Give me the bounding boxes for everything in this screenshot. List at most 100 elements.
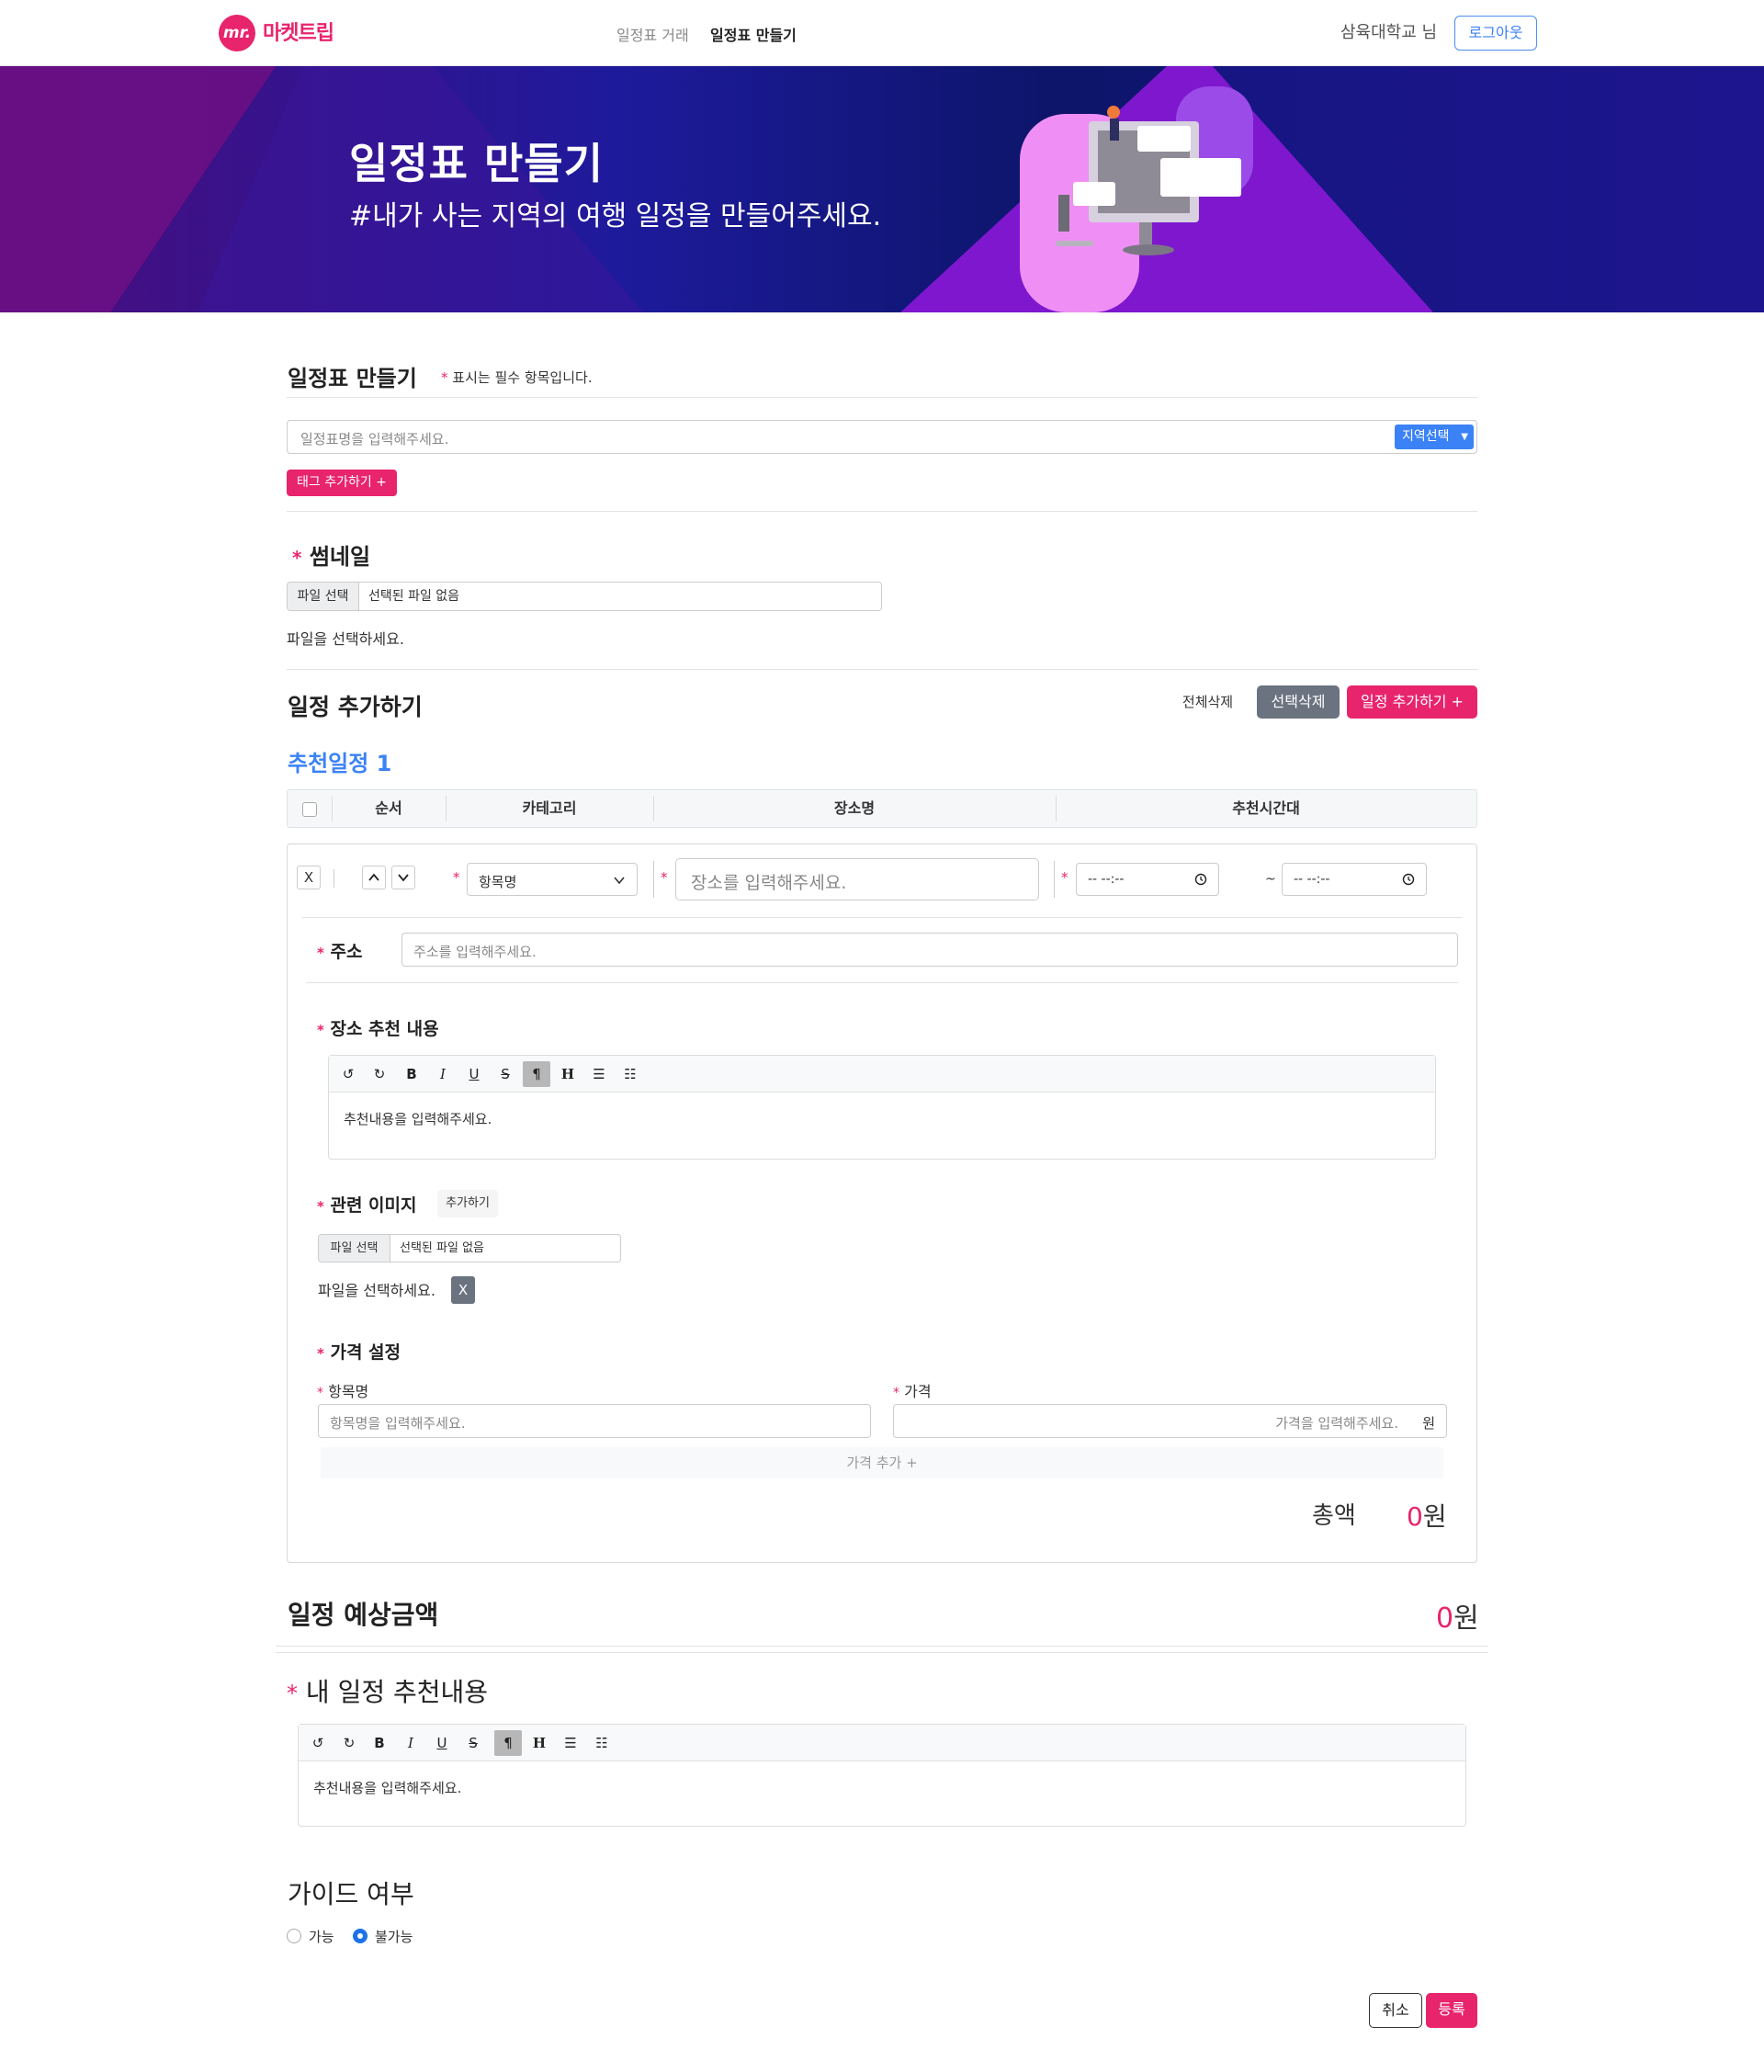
clock-icon[interactable]	[1402, 873, 1415, 886]
address-placeholder: 주소를 입력해주세요.	[413, 944, 537, 960]
logout-button[interactable]: 로그아웃	[1454, 16, 1537, 51]
underline-icon[interactable]: U	[460, 1061, 488, 1087]
ordered-list-icon[interactable]: ☷	[588, 1730, 616, 1756]
recommend-schedule-title: 추천일정 1	[288, 751, 392, 776]
column-place: 장소명	[833, 799, 876, 817]
hero-banner: 일정표 만들기 #내가 사는 지역의 여행 일정을 만들어주세요.	[0, 66, 1764, 312]
column-order: 순서	[375, 799, 402, 817]
undo-icon[interactable]: ↺	[334, 1061, 362, 1087]
guide-option-yes-label[interactable]: 가능	[309, 1927, 334, 1946]
clock-icon[interactable]	[1194, 873, 1207, 886]
guide-option-no-label[interactable]: 불가능	[375, 1927, 413, 1946]
price-settings-label-text: 가격 설정	[330, 1342, 401, 1363]
file-none-text: 선택된 파일 없음	[400, 1241, 484, 1255]
move-down-button[interactable]	[391, 866, 415, 889]
bold-icon[interactable]: B	[366, 1730, 393, 1756]
row-divider	[1054, 861, 1055, 898]
file-select-button[interactable]: 파일 선택	[288, 583, 359, 610]
divider	[306, 982, 1458, 983]
redo-icon[interactable]: ↻	[335, 1730, 363, 1756]
required-mark: *	[292, 547, 302, 569]
remove-row-button[interactable]: X	[297, 866, 321, 889]
price-input[interactable]: 가격을 입력해주세요. 원	[893, 1404, 1447, 1438]
thumbnail-title-text: 썸네일	[309, 544, 371, 570]
logo-mark[interactable]: mr.	[219, 15, 255, 51]
select-all-checkbox[interactable]	[302, 802, 317, 817]
chevron-up-icon	[368, 873, 379, 881]
price-label: * 가격	[893, 1379, 932, 1401]
delete-all-button[interactable]: 전체삭제	[1166, 685, 1250, 719]
redo-icon[interactable]: ↻	[366, 1061, 393, 1087]
bullet-list-icon[interactable]: ☰	[585, 1061, 613, 1087]
heading-icon[interactable]: H	[526, 1730, 553, 1756]
total-amount: 0원	[1407, 1497, 1447, 1534]
nav-make-schedule[interactable]: 일정표 만들기	[710, 23, 797, 45]
category-select-value: 항목명	[479, 874, 517, 890]
editor-placeholder: 추천내용을 입력해주세요.	[344, 1111, 492, 1127]
paragraph-icon[interactable]: ¶	[523, 1061, 550, 1087]
place-input[interactable]: 장소를 입력해주세요.	[675, 858, 1039, 900]
remove-image-button[interactable]: X	[451, 1276, 475, 1304]
paragraph-icon[interactable]: ¶	[494, 1730, 522, 1756]
schedule-table-header: 순서 카테고리 장소명 추천시간대	[287, 789, 1477, 828]
add-price-button[interactable]: 가격 추가 +	[321, 1447, 1443, 1478]
ordered-list-icon[interactable]: ☷	[616, 1061, 644, 1087]
time-start-input[interactable]: -- --:--	[1076, 863, 1219, 896]
image-hint: 파일을 선택하세요.	[318, 1282, 435, 1299]
price-label-text: 가격	[904, 1383, 932, 1400]
recommend-label-text: 장소 추천 내용	[330, 1019, 439, 1039]
delete-selected-button[interactable]: 선택삭제	[1257, 685, 1340, 719]
item-name-label: * 항목명	[317, 1379, 368, 1401]
price-settings-label: * 가격 설정	[317, 1339, 401, 1364]
required-mark: *	[317, 1198, 324, 1215]
underline-icon[interactable]: U	[428, 1730, 456, 1756]
italic-icon[interactable]: I	[397, 1730, 424, 1756]
add-schedule-button[interactable]: 일정 추가하기 +	[1347, 685, 1477, 719]
thumbnail-hint: 파일을 선택하세요.	[287, 630, 404, 648]
file-none-text: 선택된 파일 없음	[368, 589, 460, 604]
schedule-name-input[interactable]: 일정표명을 입력해주세요. 지역선택 ▼	[287, 420, 1477, 454]
guide-title: 가이드 여부	[288, 1879, 414, 1909]
address-input[interactable]: 주소를 입력해주세요.	[401, 933, 1458, 967]
image-file-input[interactable]: 파일 선택 선택된 파일 없음	[318, 1234, 621, 1262]
price-placeholder: 가격을 입력해주세요.	[1275, 1415, 1398, 1432]
bold-icon[interactable]: B	[398, 1061, 425, 1087]
my-recommend-title: * 내 일정 추천내용	[287, 1672, 488, 1709]
my-recommend-editor[interactable]: ↺ ↻ B I U S ¶ H ☰ ☷ 추천내용을 입력해주세요.	[298, 1724, 1466, 1827]
category-select[interactable]: 항목명	[467, 863, 638, 896]
logo-text[interactable]: 마켓트립	[263, 17, 334, 46]
strikethrough-icon[interactable]: S	[492, 1061, 519, 1087]
guide-option-no-radio[interactable]	[353, 1929, 368, 1943]
required-mark: *	[317, 945, 324, 961]
move-up-button[interactable]	[362, 866, 386, 889]
region-select-label: 지역선택	[1402, 429, 1450, 444]
file-select-button[interactable]: 파일 선택	[319, 1235, 390, 1262]
recommend-editor[interactable]: ↺ ↻ B I U S ¶ H ☰ ☷ 추천내용을 입력해주세요.	[328, 1055, 1436, 1160]
chevron-down-icon	[398, 874, 409, 882]
add-tag-button[interactable]: 태그 추가하기 +	[287, 470, 397, 496]
required-mark: *	[317, 1386, 323, 1400]
region-select[interactable]: 지역선택 ▼	[1395, 425, 1474, 449]
strikethrough-icon[interactable]: S	[459, 1730, 487, 1756]
heading-icon[interactable]: H	[554, 1061, 582, 1087]
submit-button[interactable]: 등록	[1426, 1993, 1477, 2028]
bullet-list-icon[interactable]: ☰	[557, 1730, 584, 1756]
chevron-down-icon: ▼	[1461, 432, 1468, 442]
guide-option-yes-radio[interactable]	[287, 1929, 301, 1943]
cancel-button[interactable]: 취소	[1369, 1993, 1422, 2028]
undo-icon[interactable]: ↺	[304, 1730, 332, 1756]
required-mark: *	[441, 369, 448, 386]
address-label: * 주소	[317, 938, 362, 963]
my-recommend-title-text: 내 일정 추천내용	[305, 1677, 489, 1707]
divider	[276, 1652, 1488, 1653]
time-range-tilde: ~	[1265, 872, 1276, 887]
thumbnail-file-input[interactable]: 파일 선택 선택된 파일 없음	[287, 582, 882, 611]
italic-icon[interactable]: I	[429, 1061, 457, 1087]
place-placeholder: 장소를 입력해주세요.	[691, 873, 847, 893]
add-image-button[interactable]: 추가하기	[437, 1190, 498, 1217]
time-end-input[interactable]: -- --:--	[1282, 863, 1427, 896]
required-mark: *	[661, 869, 668, 886]
item-name-input[interactable]: 항목명을 입력해주세요.	[318, 1404, 871, 1438]
nav-schedule-trade[interactable]: 일정표 거래	[616, 23, 689, 45]
time-end-value: -- --:--	[1294, 872, 1330, 887]
